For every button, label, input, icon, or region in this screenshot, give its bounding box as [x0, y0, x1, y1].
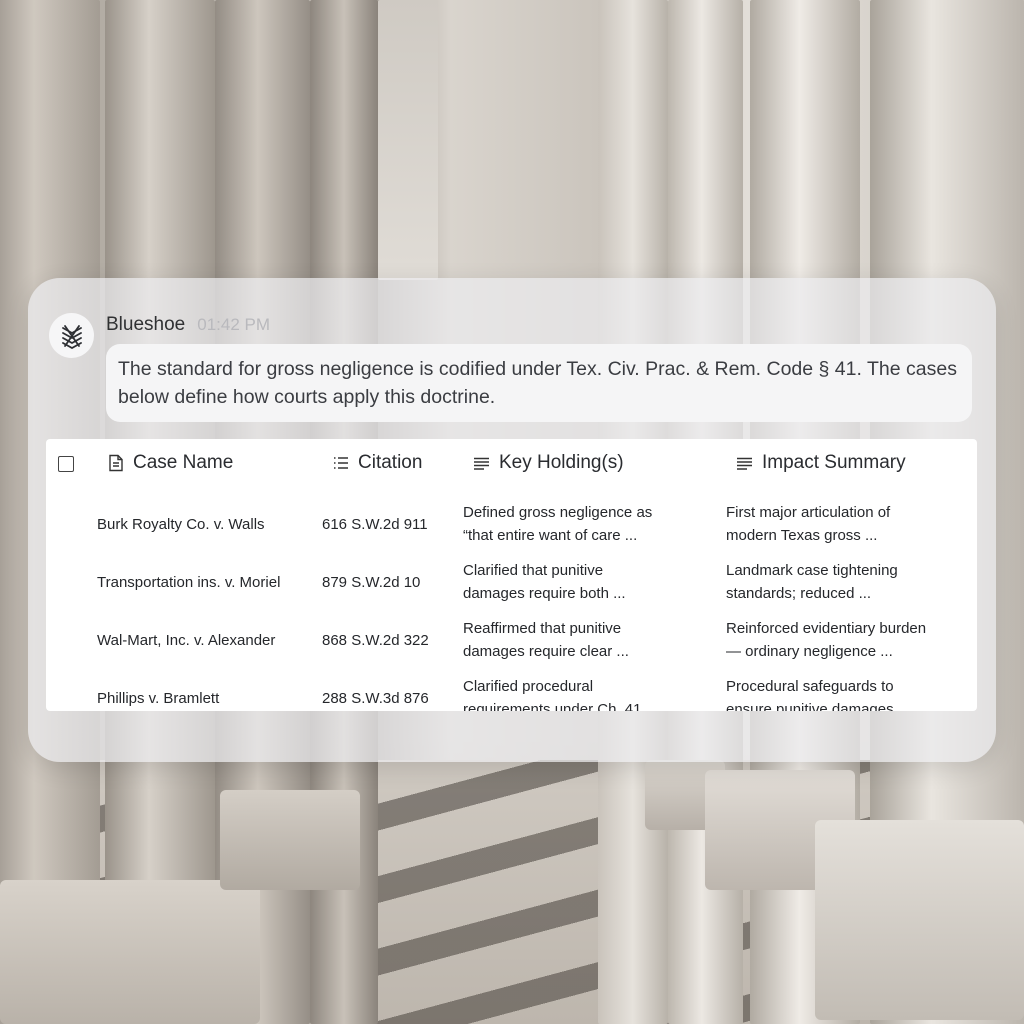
case-name-cell: Wal-Mart, Inc. v. Alexander	[97, 632, 276, 649]
list-icon	[333, 456, 349, 470]
select-all-checkbox[interactable]	[58, 456, 74, 472]
column-base	[220, 790, 360, 890]
key-holding-line: “that entire want of care ...	[463, 527, 638, 544]
case-name-cell: Phillips v. Bramlett	[97, 690, 220, 707]
citation-cell: 879 S.W.2d 10	[322, 574, 421, 591]
table-row[interactable]: Transportation ins. v. Moriel 879 S.W.2d…	[46, 554, 977, 612]
impact-summary-line: modern Texas gross ...	[726, 527, 878, 544]
impact-summary-line: Landmark case tightening	[726, 562, 898, 579]
background-column	[378, 0, 438, 280]
impact-summary-line: — ordinary negligence ...	[726, 643, 893, 660]
column-header-citation[interactable]: Citation	[333, 451, 422, 475]
message-bubble: The standard for gross negligence is cod…	[106, 344, 972, 422]
column-header-label: Case Name	[133, 452, 234, 473]
impact-summary-line: standards; reduced ...	[726, 585, 872, 602]
key-holding-line: Reaffirmed that punitive	[463, 620, 622, 637]
table-row[interactable]: Phillips v. Bramlett 288 S.W.3d 876 Clar…	[46, 670, 977, 711]
key-holding-cell: Defined gross negligence as “that entire…	[463, 501, 652, 547]
avatar	[49, 313, 94, 358]
key-holding-line: requirements under Ch. 41	[463, 701, 642, 711]
case-name-cell: Transportation ins. v. Moriel	[97, 574, 281, 591]
impact-summary-cell: Landmark case tightening standards; redu…	[726, 559, 898, 605]
key-holding-cell: Clarified that punitive damages require …	[463, 559, 626, 605]
column-header-label: Key Holding(s)	[499, 452, 624, 473]
citation-cell: 868 S.W.2d 322	[322, 632, 429, 649]
key-holding-cell: Reaffirmed that punitive damages require…	[463, 617, 629, 663]
key-holding-line: Defined gross negligence as	[463, 504, 653, 521]
column-base	[0, 880, 260, 1024]
key-holding-line: Clarified procedural	[463, 678, 594, 695]
key-holding-line: damages require both ...	[463, 585, 626, 602]
column-header-label: Citation	[358, 452, 423, 473]
message-header: Blueshoe 01:42 PM	[106, 314, 270, 336]
table-row[interactable]: Wal-Mart, Inc. v. Alexander 868 S.W.2d 3…	[46, 612, 977, 670]
case-name-cell: Burk Royalty Co. v. Walls	[97, 516, 265, 533]
impact-summary-cell: Procedural safeguards to ensure punitive…	[726, 675, 910, 711]
cases-table: Case Name Citation Key Holding(s) Impact…	[46, 439, 977, 711]
citation-cell: 288 S.W.3d 876	[322, 690, 429, 707]
citation-cell: 616 S.W.2d 911	[322, 516, 428, 533]
impact-summary-cell: Reinforced evidentiary burden — ordinary…	[726, 617, 926, 663]
impact-summary-line: Reinforced evidentiary burden	[726, 620, 927, 637]
key-holding-line: damages require clear ...	[463, 643, 629, 660]
key-holding-cell: Clarified procedural requirements under …	[463, 675, 641, 711]
impact-summary-cell: First major articulation of modern Texas…	[726, 501, 890, 547]
column-base	[815, 820, 1024, 1020]
column-header-case-name[interactable]: Case Name	[108, 451, 233, 475]
blueshoe-logo-icon	[59, 323, 85, 349]
text-lines-icon	[736, 457, 753, 470]
impact-summary-line: Procedural safeguards to	[726, 678, 894, 695]
impact-summary-line: First major articulation of	[726, 504, 891, 521]
key-holding-line: Clarified that punitive	[463, 562, 604, 579]
table-row[interactable]: Burk Royalty Co. v. Walls 616 S.W.2d 911…	[46, 496, 977, 554]
message-timestamp: 01:42 PM	[197, 315, 270, 334]
column-header-key-holdings[interactable]: Key Holding(s)	[473, 451, 624, 475]
text-lines-icon	[473, 457, 490, 470]
sender-name: Blueshoe	[106, 314, 186, 335]
document-icon	[108, 454, 124, 472]
column-header-label: Impact Summary	[762, 452, 906, 473]
impact-summary-line: ensure punitive damages ...	[726, 701, 911, 711]
column-header-impact-summary[interactable]: Impact Summary	[736, 451, 906, 475]
